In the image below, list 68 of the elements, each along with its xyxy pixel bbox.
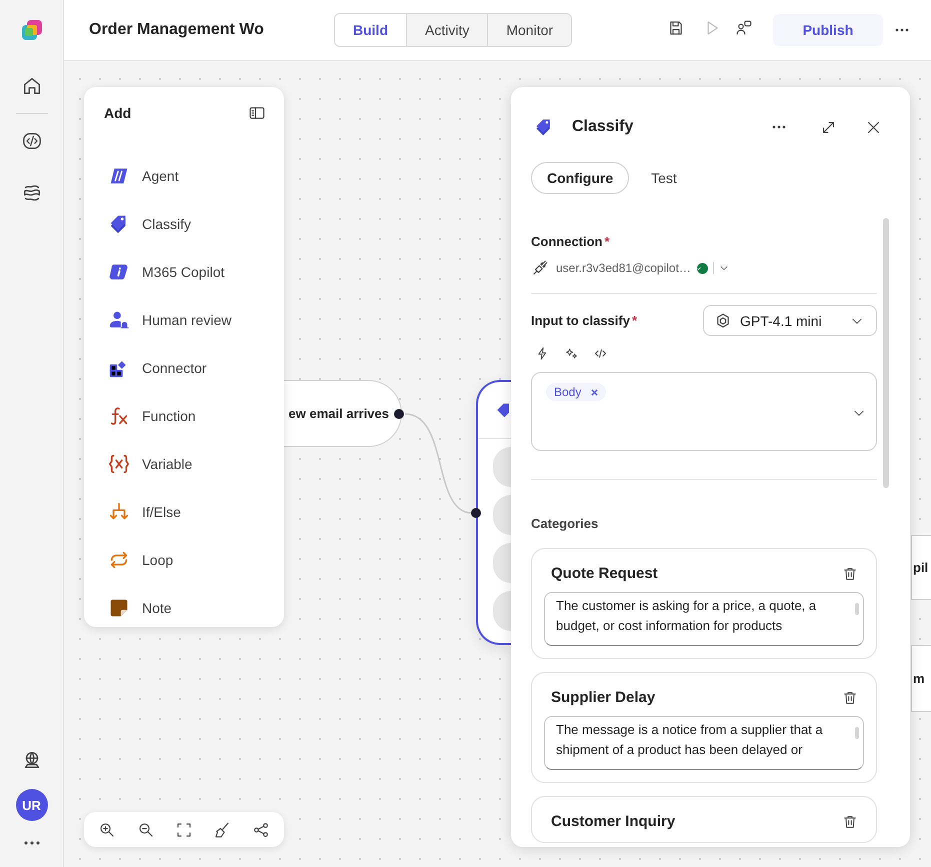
save-icon[interactable] — [667, 18, 685, 36]
workflow-node[interactable]: m — [911, 645, 931, 712]
node-type-item[interactable]: If/Else — [104, 488, 266, 536]
node-type-item[interactable]: Human review — [104, 296, 266, 344]
node-type-item[interactable]: Agent — [104, 152, 266, 200]
workflow-node[interactable]: pil — [911, 535, 931, 600]
panel-title: Classify — [572, 118, 634, 136]
node-type-item[interactable]: Classify — [104, 200, 266, 248]
step-placeholder — [493, 495, 511, 535]
more-icon[interactable] — [24, 841, 40, 845]
more-icon[interactable] — [772, 125, 786, 129]
description-field[interactable]: The customer is asking for a price, a quote, a budget, or cost information for products — [544, 592, 864, 646]
token-chip[interactable]: Body — [546, 383, 606, 401]
function-icon — [108, 405, 130, 427]
zoom-out-icon[interactable] — [136, 820, 155, 838]
node-type-item[interactable]: Variable — [104, 440, 266, 488]
delete-icon[interactable] — [842, 566, 858, 582]
workflow-title: Order Management Wo — [89, 21, 265, 39]
node-type-item[interactable]: Loop — [104, 536, 266, 584]
category-name: Supplier Delay — [551, 689, 656, 706]
zoom-in-icon[interactable] — [98, 820, 116, 838]
required-mark: * — [632, 313, 638, 328]
view-tab[interactable]: Monitor — [487, 14, 572, 46]
plug-icon — [531, 259, 549, 277]
note-icon — [108, 597, 130, 619]
panel-title: Add — [104, 105, 132, 121]
section-heading: Categories — [531, 516, 600, 531]
node-type-item[interactable]: M365 Copilot — [104, 248, 266, 296]
loop-icon — [108, 549, 130, 571]
code-icon[interactable] — [20, 130, 42, 152]
trigger-node[interactable]: ew email arrives — [284, 380, 402, 447]
node-type-item[interactable]: Note — [104, 584, 266, 632]
sparkle-icon[interactable] — [564, 346, 579, 361]
node-type-item[interactable]: Function — [104, 392, 266, 440]
broom-icon[interactable] — [213, 820, 232, 838]
category-name: Customer Inquiry — [551, 813, 676, 830]
user-avatar[interactable]: UR — [16, 789, 48, 821]
required-mark: * — [604, 234, 610, 249]
step-placeholder — [493, 543, 511, 583]
description-field[interactable]: The message is a notice from a supplier that a shipment of a product has been delayed or — [544, 716, 864, 770]
human-icon — [108, 309, 130, 331]
classify-node[interactable] — [476, 380, 511, 645]
tag-icon — [495, 402, 509, 418]
view-tab[interactable]: Build — [335, 14, 406, 46]
port-dot[interactable] — [394, 409, 404, 419]
delete-icon[interactable] — [842, 690, 858, 706]
step-placeholder — [493, 591, 511, 631]
field-label: Input to classify — [531, 313, 630, 328]
panel-tab[interactable]: Test — [635, 162, 693, 194]
fit-view-icon[interactable] — [174, 820, 193, 838]
panel-tab[interactable]: Configure — [531, 162, 630, 194]
model-icon — [714, 312, 732, 330]
variable-icon — [108, 453, 130, 475]
publish-button[interactable]: Publish — [773, 14, 883, 46]
share-icon[interactable] — [252, 820, 270, 838]
model-dropdown[interactable]: GPT-4.1 mini — [703, 305, 877, 336]
connection-account[interactable]: user.r3v3ed81@copilot… — [556, 261, 691, 275]
more-icon[interactable] — [895, 28, 909, 32]
field-label: Connection — [531, 234, 602, 249]
port-dot[interactable] — [471, 508, 481, 518]
chat-icon[interactable] — [735, 18, 753, 36]
step-placeholder — [493, 447, 511, 487]
delete-icon[interactable] — [842, 814, 858, 830]
remove-icon[interactable] — [591, 388, 598, 396]
node-type-item[interactable]: Connector — [104, 344, 266, 392]
category-name: Quote Request — [551, 565, 658, 582]
input-field[interactable]: Body — [531, 372, 877, 451]
panel-icon[interactable] — [248, 104, 266, 122]
